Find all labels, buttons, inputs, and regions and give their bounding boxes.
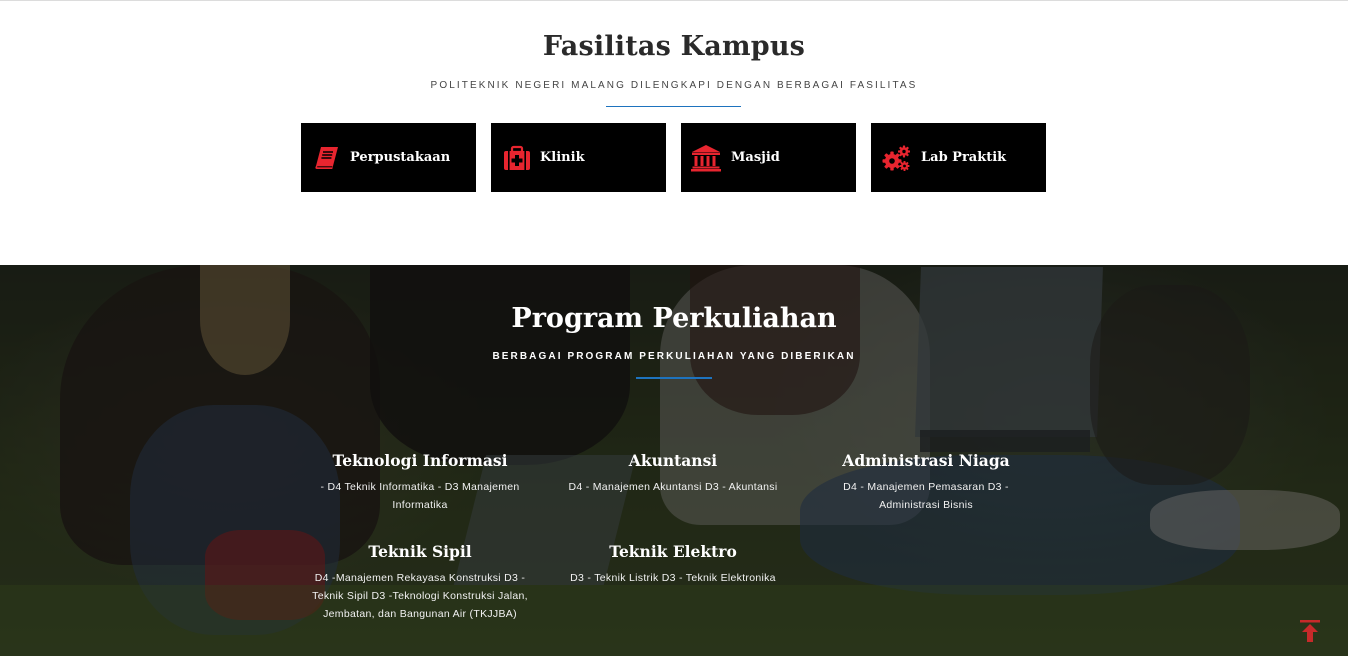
facilities-subtitle: POLITEKNIK NEGERI MALANG DILENGKAPI DENG… [430,80,918,91]
course-name: Administrasi Niaga [842,451,1010,470]
course-akuntansi: Akuntansi D4 - Manajemen Akuntansi D3 - … [553,451,793,496]
arrow-up-icon [1298,620,1322,648]
facility-label: Klinik [540,150,585,165]
course-name: Teknologi Informasi [332,451,508,470]
course-description: D4 -Manajemen Rekayasa Konstruksi D3 - T… [312,572,528,620]
course-description: D4 - Manajemen Akuntansi D3 - Akuntansi [568,481,778,493]
facilities-title: Fasilitas Kampus [542,31,806,62]
facilities-section: Fasilitas Kampus POLITEKNIK NEGERI MALAN… [0,1,1348,265]
course-description: - D4 Teknik Informatika - D3 Manajemen I… [320,481,520,511]
book-icon [313,144,341,172]
course-administrasi-niaga: Administrasi Niaga D4 - Manajemen Pemasa… [806,451,1046,514]
programs-section: Program Perkuliahan BERBAGAI PROGRAM PER… [0,265,1348,656]
course-name: Teknik Sipil [368,542,472,561]
facility-label: Masjid [731,150,780,165]
facility-label: Perpustakaan [350,150,451,165]
facility-label: Lab Praktik [921,150,1007,165]
programs-divider [636,377,712,379]
course-name: Teknik Elektro [609,542,737,561]
course-teknik-elektro: Teknik Elektro D3 - Teknik Listrik D3 - … [553,542,793,587]
institution-icon [691,144,721,172]
course-name: Akuntansi [628,451,718,470]
programs-subtitle: BERBAGAI PROGRAM PERKULIAHAN YANG DIBERI… [492,351,856,362]
facility-card-lab-praktik[interactable]: Lab Praktik [871,123,1046,192]
gears-icon [881,144,911,172]
course-teknik-sipil: Teknik Sipil D4 -Manajemen Rekayasa Kons… [300,542,540,623]
programs-title: Program Perkuliahan [511,303,837,334]
medkit-icon [503,144,531,172]
facility-card-perpustakaan[interactable]: Perpustakaan [301,123,476,192]
facilities-divider [606,106,741,107]
course-teknologi-informasi: Teknologi Informasi - D4 Teknik Informat… [300,451,540,514]
course-description: D4 - Manajemen Pemasaran D3 - Administra… [843,481,1009,511]
facility-card-masjid[interactable]: Masjid [681,123,856,192]
facility-card-klinik[interactable]: Klinik [491,123,666,192]
scroll-to-top-button[interactable] [1298,618,1322,644]
course-description: D3 - Teknik Listrik D3 - Teknik Elektron… [570,572,776,584]
